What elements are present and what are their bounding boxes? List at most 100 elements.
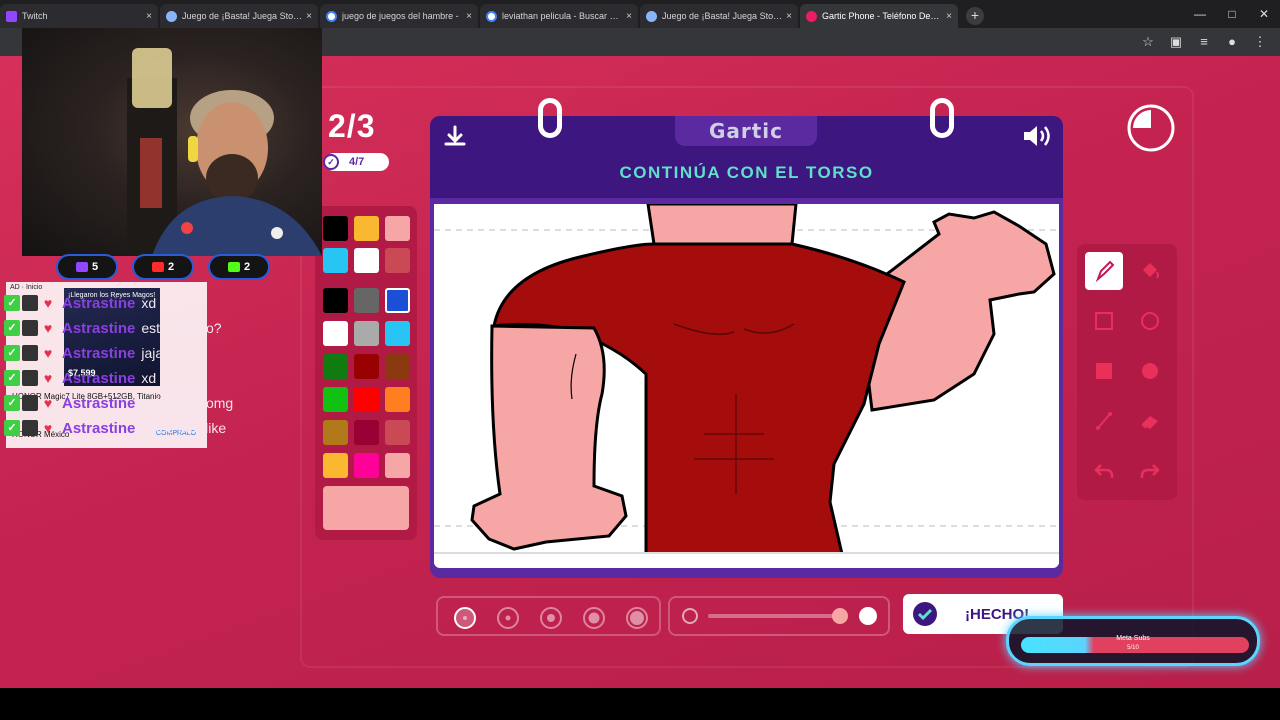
tab-close-icon[interactable]: × <box>786 11 792 22</box>
color-swatch[interactable] <box>354 453 379 478</box>
drawing-canvas[interactable] <box>434 204 1059 564</box>
google-icon <box>486 10 497 22</box>
browser-tab[interactable]: Gartic Phone - Teléfono Desco × <box>800 4 958 28</box>
new-tab-button[interactable]: + <box>966 7 984 25</box>
color-swatch[interactable] <box>385 354 410 379</box>
chat-username[interactable]: Astrastine <box>62 370 135 387</box>
media-controls-icon[interactable]: ≡ <box>1196 34 1212 50</box>
color-swatch[interactable] <box>354 321 379 346</box>
color-swatch[interactable] <box>385 216 410 241</box>
line-icon[interactable] <box>1085 402 1123 440</box>
tab-close-icon[interactable]: × <box>626 11 632 22</box>
binder-ring <box>538 98 562 138</box>
color-swatch[interactable] <box>385 248 410 273</box>
color-swatch[interactable] <box>323 387 348 412</box>
profile-icon[interactable]: ● <box>1224 34 1240 50</box>
platform-stat: 2 <box>208 254 270 280</box>
twitch-icon <box>75 262 88 272</box>
eraser-icon[interactable] <box>1131 402 1169 440</box>
close-window-icon[interactable]: ✕ <box>1248 0 1280 28</box>
subscriber-badge-icon <box>22 320 38 336</box>
square-filled-icon[interactable] <box>1085 352 1123 390</box>
chat-message: ✓ ♥ Astrastine cabezudo omg <box>4 392 233 414</box>
chat-username[interactable]: Astrastine <box>62 295 135 312</box>
browser-tab[interactable]: Juego de ¡Basta! Juega Stop, Tu × <box>160 4 318 28</box>
brush-size-option[interactable] <box>454 607 476 629</box>
chat-message: ✓ ♥ Astrastine esta mocho? <box>4 317 222 339</box>
color-swatch[interactable] <box>354 354 379 379</box>
color-swatch[interactable] <box>323 420 348 445</box>
color-swatch[interactable] <box>354 288 379 313</box>
brush-size-option[interactable] <box>583 607 605 629</box>
bookmark-star-icon[interactable]: ☆ <box>1140 34 1156 50</box>
brush-size-option[interactable] <box>540 607 562 629</box>
players-done-badge: ✓ 4/7 <box>323 153 389 171</box>
chat-message: ✓ ♥ Astrastine jaja <box>4 342 163 364</box>
subscriber-badge-icon <box>22 345 38 361</box>
color-swatch[interactable] <box>323 453 348 478</box>
bucket-icon[interactable] <box>1131 252 1169 290</box>
circle-outline-icon[interactable] <box>1131 302 1169 340</box>
browser-tab-label: leviathan pelicula - Buscar con <box>502 11 623 21</box>
heart-icon: ♥ <box>43 295 53 311</box>
chat-username[interactable]: Astrastine <box>62 420 135 437</box>
platform-stat-value: 2 <box>243 261 251 273</box>
drawing-tools <box>1077 244 1177 500</box>
color-swatch[interactable] <box>323 248 348 273</box>
verified-badge-icon: ✓ <box>4 395 20 411</box>
color-swatch[interactable] <box>385 420 410 445</box>
opacity-slider[interactable] <box>668 596 890 636</box>
stream-chat: ✓ ♥ Astrastine xd ✓ ♥ Astrastine esta mocho? ✓ ♥ A… <box>4 284 304 454</box>
chat-username[interactable]: Astrastine <box>62 345 135 362</box>
browser-tab[interactable]: Juego de ¡Basta! Juega Stop, Tu × <box>640 4 798 28</box>
color-swatch[interactable] <box>354 248 379 273</box>
heart-icon: ♥ <box>43 395 53 411</box>
browser-tab[interactable]: leviathan pelicula - Buscar con × <box>480 4 638 28</box>
verified-badge-icon: ✓ <box>4 370 20 386</box>
color-swatch[interactable] <box>354 420 379 445</box>
extensions-icon[interactable]: ▣ <box>1168 34 1184 50</box>
speaker-icon[interactable] <box>1021 122 1053 150</box>
color-swatch[interactable] <box>323 321 348 346</box>
maximize-icon[interactable]: □ <box>1216 0 1248 28</box>
browser-tab-label: Juego de ¡Basta! Juega Stop, Tu <box>182 11 303 21</box>
pen-icon[interactable] <box>1085 252 1123 290</box>
round-indicator: 2/3 <box>328 108 376 144</box>
browser-tab[interactable]: Twitch × <box>0 4 158 28</box>
chat-username[interactable]: Astrastine <box>62 320 135 337</box>
color-swatch[interactable] <box>385 453 410 478</box>
browser-tab-label: Juego de ¡Basta! Juega Stop, Tu <box>662 11 783 21</box>
platform-stat: 5 <box>56 254 118 280</box>
circle-filled-icon[interactable] <box>1131 352 1169 390</box>
color-swatch[interactable] <box>385 387 410 412</box>
menu-icon[interactable]: ⋮ <box>1252 34 1268 50</box>
color-swatch[interactable] <box>385 288 410 313</box>
color-swatch[interactable] <box>323 354 348 379</box>
meta-subs-bar: Meta Subs 5/10 <box>1006 616 1260 666</box>
color-swatch[interactable] <box>323 288 348 313</box>
undo-icon[interactable] <box>1085 452 1123 490</box>
browser-tab[interactable]: juego de juegos del hambre - × <box>320 4 478 28</box>
minimize-icon[interactable]: — <box>1184 0 1216 28</box>
color-swatch[interactable] <box>354 216 379 241</box>
binder-ring <box>930 98 954 138</box>
opacity-knob[interactable] <box>832 608 848 624</box>
browser-tab-label: Gartic Phone - Teléfono Desco <box>822 11 943 21</box>
tab-close-icon[interactable]: × <box>306 11 312 22</box>
brush-size-option[interactable] <box>497 607 519 629</box>
google-icon <box>326 10 337 22</box>
chat-username[interactable]: Astrastine <box>62 395 135 412</box>
platform-stat: 2 <box>132 254 194 280</box>
brush-size-option[interactable] <box>626 607 648 629</box>
square-outline-icon[interactable] <box>1085 302 1123 340</box>
redo-icon[interactable] <box>1131 452 1169 490</box>
color-swatch[interactable] <box>385 321 410 346</box>
tab-close-icon[interactable]: × <box>146 11 152 22</box>
current-color-preview <box>323 486 409 530</box>
download-icon[interactable] <box>442 124 468 150</box>
tab-close-icon[interactable]: × <box>466 11 472 22</box>
players-done-count: 4/7 <box>349 156 365 168</box>
color-swatch[interactable] <box>354 387 379 412</box>
color-swatch[interactable] <box>323 216 348 241</box>
tab-close-icon[interactable]: × <box>946 11 952 22</box>
